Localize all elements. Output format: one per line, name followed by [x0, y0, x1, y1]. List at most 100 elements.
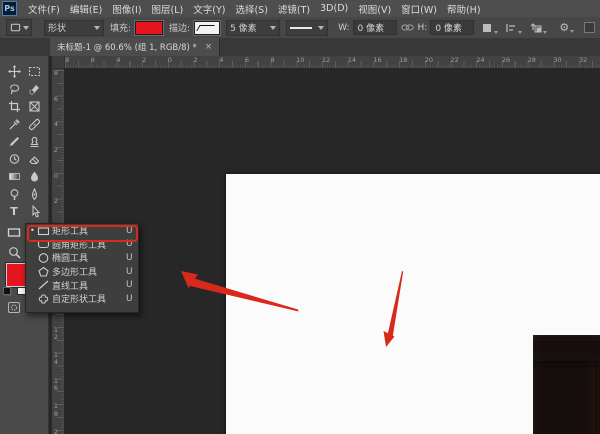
tool-preset-picker[interactable] — [6, 19, 32, 36]
ruler-number: 12 — [52, 327, 60, 341]
crop-tool[interactable] — [6, 98, 22, 114]
ruler-number: 0 — [52, 173, 60, 180]
stroke-width-value: 5 像素 — [230, 21, 257, 34]
eyedropper-tool[interactable] — [6, 116, 22, 132]
clone-stamp-tool[interactable] — [26, 133, 42, 149]
chevron-down-icon — [94, 26, 100, 30]
tool-mode-dropdown[interactable]: 形状 — [44, 20, 104, 36]
menu-select[interactable]: 选择(S) — [230, 2, 272, 16]
stroke-color-swatch[interactable] — [194, 21, 220, 35]
shape-tools-flyout: • 矩形工具 U 圆角矩形工具 U 椭圆工具 U 多边形工具 — [25, 223, 139, 313]
flyout-item-polygon[interactable]: 多边形工具 U — [26, 265, 138, 279]
height-value: 0 像素 — [435, 21, 462, 34]
flyout-item-custom-shape[interactable]: 自定形状工具 U — [26, 292, 138, 306]
stroke-width-dropdown[interactable]: 5 像素 — [226, 20, 280, 36]
chevron-down-icon — [270, 26, 276, 30]
path-selection-tool[interactable] — [26, 203, 42, 219]
align-edges-checkbox[interactable] — [584, 22, 595, 33]
menu-window[interactable]: 窗口(W) — [396, 2, 442, 16]
stroke-label: 描边: — [169, 21, 190, 34]
tool-mode-value: 形状 — [48, 21, 66, 34]
quick-mask-button[interactable] — [6, 299, 22, 315]
document-title: 未标题-1 @ 60.6% (组 1, RGB/8) * — [57, 41, 197, 53]
menu-file[interactable]: 文件(F) — [23, 2, 65, 16]
ruler-number: 14 — [52, 352, 60, 366]
menu-bar: Ps 文件(F) 编辑(E) 图像(I) 图层(L) 文字(Y) 选择(S) 滤… — [0, 0, 600, 17]
quick-selection-tool[interactable] — [26, 81, 42, 97]
autumn-trees-photo — [533, 335, 600, 434]
menu-layer[interactable]: 图层(L) — [147, 2, 189, 16]
zoom-tool[interactable] — [6, 244, 22, 260]
move-tool[interactable] — [6, 63, 22, 79]
ruler-number: 18 — [399, 57, 407, 64]
flyout-item-rounded-rectangle[interactable]: 圆角矩形工具 U — [26, 238, 138, 252]
default-colors-icon[interactable] — [3, 287, 12, 296]
height-label: H: — [418, 23, 428, 33]
rectangle-icon — [37, 225, 52, 237]
eraser-tool[interactable] — [26, 151, 42, 167]
ruler-number: 16 — [373, 57, 381, 64]
link-dimensions-icon[interactable] — [401, 23, 414, 32]
document-tab[interactable]: 未标题-1 @ 60.6% (组 1, RGB/8) * × — [50, 38, 220, 56]
geometry-settings-button[interactable]: ⚙ — [559, 22, 574, 33]
flyout-item-line[interactable]: 直线工具 U — [26, 278, 138, 292]
width-input[interactable]: 0 像素 — [353, 20, 397, 35]
menu-view[interactable]: 视图(V) — [353, 2, 396, 16]
dodge-tool[interactable] — [6, 186, 22, 202]
ruler-corner[interactable] — [52, 56, 65, 69]
chevron-down-icon — [543, 31, 547, 34]
ruler-number: 22 — [451, 57, 459, 64]
path-arrangement-button[interactable] — [529, 22, 547, 34]
chevron-down-icon — [318, 26, 324, 30]
canvas[interactable] — [226, 174, 600, 434]
pen-tool[interactable] — [26, 186, 42, 202]
workspace: T 864202468101214161820222426283032 8642… — [0, 56, 600, 434]
menu-type[interactable]: 文字(Y) — [188, 2, 230, 16]
pasteboard[interactable] — [64, 68, 600, 434]
rounded-rectangle-icon — [37, 238, 52, 250]
ruler-number: 4 — [219, 57, 223, 64]
ruler-number: 0 — [168, 57, 172, 64]
document-tab-bar: 未标题-1 @ 60.6% (组 1, RGB/8) * × — [0, 38, 600, 56]
menu-help[interactable]: 帮助(H) — [442, 2, 486, 16]
slice-tool[interactable] — [26, 98, 42, 114]
chevron-down-icon — [518, 31, 522, 34]
height-input[interactable]: 0 像素 — [430, 20, 474, 35]
flyout-item-rectangle[interactable]: • 矩形工具 U — [26, 224, 138, 238]
ruler-number: 24 — [476, 57, 484, 64]
rectangle-tool[interactable] — [6, 224, 22, 240]
fill-color-swatch[interactable] — [135, 21, 163, 35]
menu-edit[interactable]: 编辑(E) — [65, 2, 107, 16]
brush-tool[interactable] — [6, 133, 22, 149]
photoshop-window: Ps 文件(F) 编辑(E) 图像(I) 图层(L) 文字(Y) 选择(S) 滤… — [0, 0, 600, 434]
flyout-item-ellipse[interactable]: 椭圆工具 U — [26, 251, 138, 265]
type-tool[interactable]: T — [6, 203, 22, 219]
chevron-down-icon — [570, 30, 574, 33]
ruler-number: 14 — [348, 57, 356, 64]
ruler-number: 18 — [52, 403, 60, 417]
path-alignment-button[interactable] — [505, 22, 522, 34]
path-alignment-icon — [505, 22, 517, 34]
path-arrangement-icon — [529, 22, 542, 34]
spot-healing-brush-tool[interactable] — [26, 116, 42, 132]
ruler-number: 30 — [553, 57, 561, 64]
rectangular-marquee-tool[interactable] — [26, 63, 42, 79]
lasso-tool[interactable] — [6, 81, 22, 97]
tool-options-bar: 形状 填充: 描边: 5 像素 W: 0 像素 — [0, 17, 600, 39]
path-operations-button[interactable] — [481, 22, 498, 34]
stroke-type-dropdown[interactable] — [286, 20, 328, 36]
polygon-icon — [37, 266, 52, 278]
ruler-number: 4 — [116, 57, 120, 64]
gradient-tool[interactable] — [6, 168, 22, 184]
close-tab-icon[interactable]: × — [205, 42, 213, 52]
width-label: W: — [338, 23, 349, 33]
menu-filter[interactable]: 滤镜(T) — [273, 2, 315, 16]
ruler-number: 6 — [91, 57, 95, 64]
menu-image[interactable]: 图像(I) — [107, 2, 146, 16]
menu-3d[interactable]: 3D(D) — [315, 3, 353, 14]
foreground-color-swatch[interactable] — [6, 263, 27, 287]
fill-label: 填充: — [110, 21, 131, 34]
blur-tool[interactable] — [26, 168, 42, 184]
ruler-number: 8 — [52, 70, 60, 77]
history-brush-tool[interactable] — [6, 151, 22, 167]
